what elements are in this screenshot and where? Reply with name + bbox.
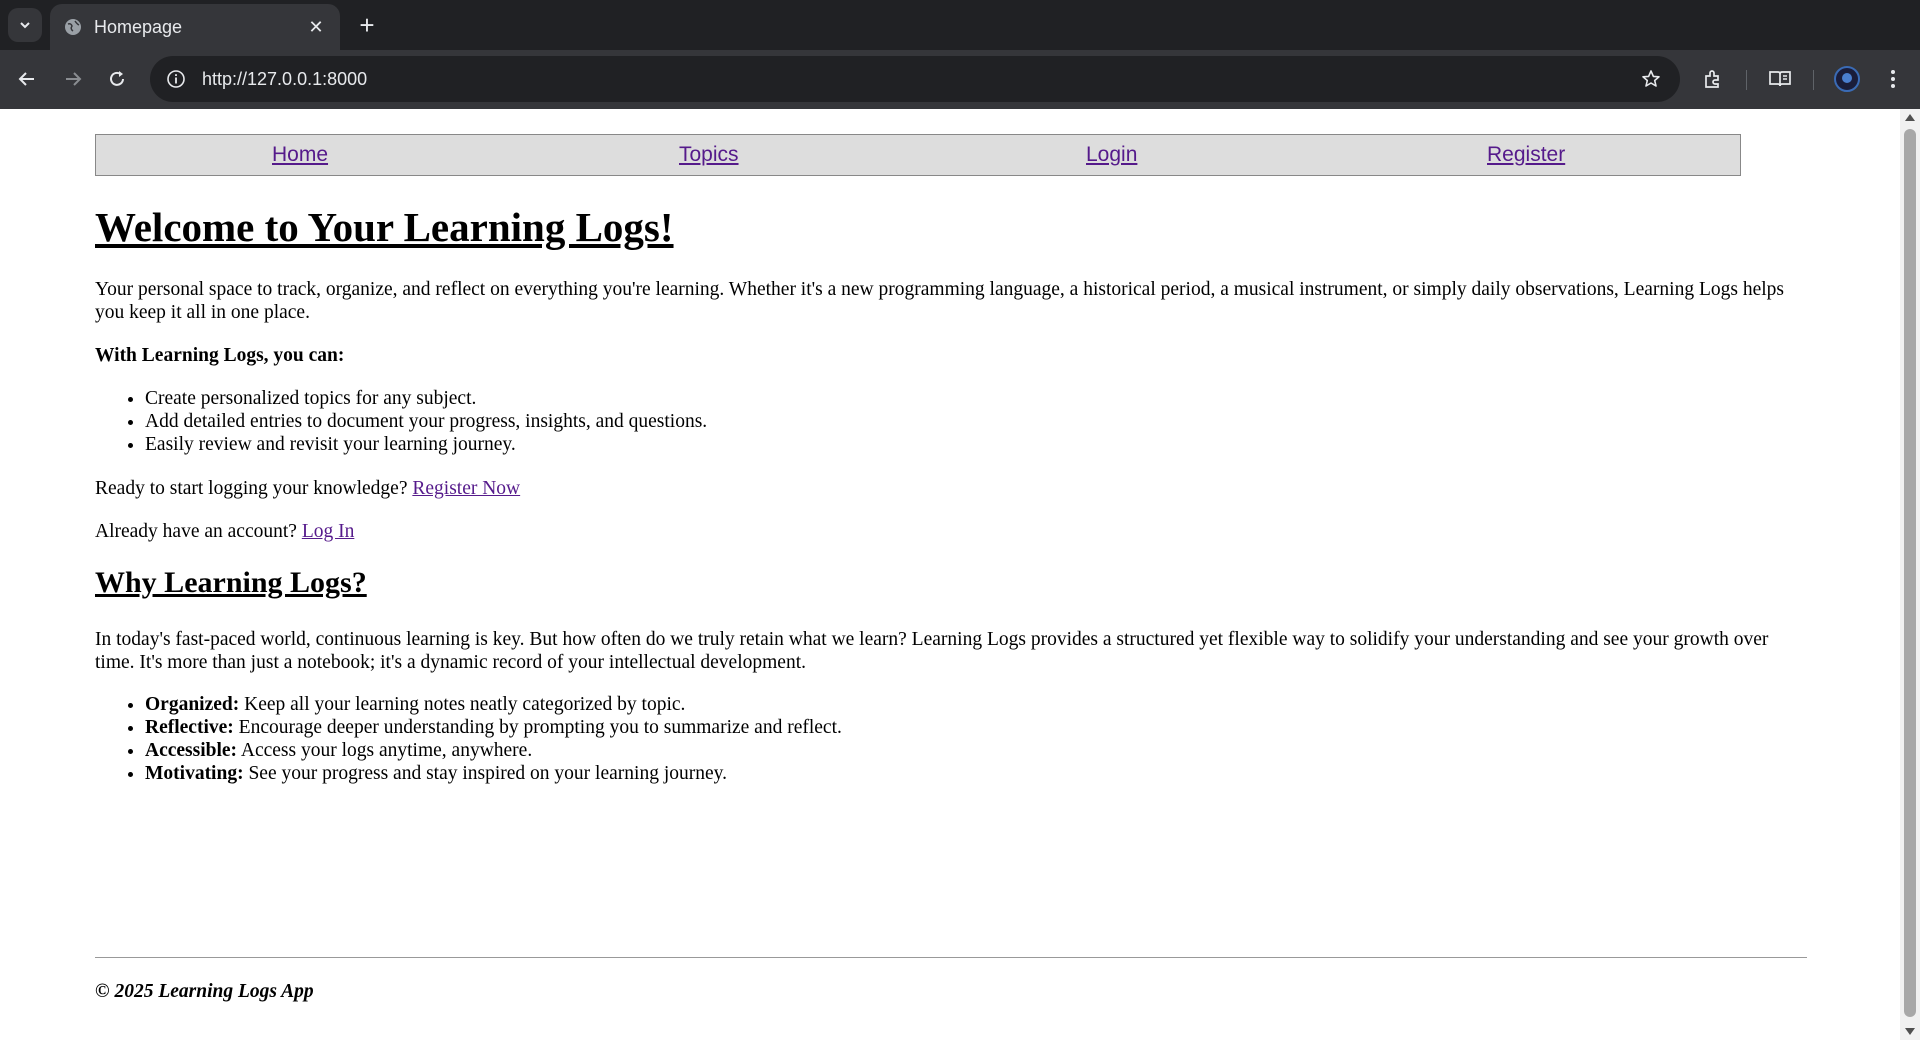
chevron-down-icon [20, 22, 30, 29]
globe-icon [65, 19, 81, 35]
page-scrollbar[interactable] [1900, 109, 1920, 1040]
benefit-term: Accessible: [145, 740, 238, 761]
list-item: Reflective: Encourage deeper understandi… [145, 716, 842, 739]
scrollbar-thumb[interactable] [1904, 129, 1916, 1017]
nav-home-link[interactable]: Home [272, 143, 328, 167]
why-heading: Why Learning Logs? [95, 566, 367, 599]
menu-kebab-icon[interactable] [1876, 62, 1910, 96]
register-prompt: Ready to start logging your knowledge? R… [95, 477, 1807, 500]
list-item: Easily review and revisit your learning … [145, 433, 707, 456]
reload-icon [110, 71, 124, 86]
scroll-up-icon[interactable] [1905, 114, 1915, 121]
benefit-text: Encourage deeper understanding by prompt… [238, 717, 842, 738]
list-item: Motivating: See your progress and stay i… [145, 762, 842, 785]
avatar [1834, 66, 1860, 92]
arrow-left-icon [18, 72, 34, 86]
nav-topics-link[interactable]: Topics [679, 143, 739, 167]
benefits-list: Organized: Keep all your learning notes … [145, 693, 842, 785]
site-navbar: Home Topics Login Register [95, 134, 1741, 176]
page-title: Welcome to Your Learning Logs! [95, 204, 674, 250]
scroll-down-icon[interactable] [1905, 1028, 1915, 1035]
why-paragraph: In today's fast-paced world, continuous … [95, 629, 1769, 673]
arrow-right-icon [66, 72, 82, 86]
features-list: Create personalized topics for any subje… [145, 387, 707, 456]
tab-title: Homepage [94, 16, 183, 37]
nav-register-link[interactable]: Register [1487, 143, 1565, 167]
toolbar-divider [1813, 70, 1814, 90]
list-item: Add detailed entries to document your pr… [145, 410, 707, 433]
footer-copyright: © 2025 Learning Logs App [95, 981, 314, 1002]
benefit-text: See your progress and stay inspired on y… [248, 763, 727, 784]
register-now-link[interactable]: Register Now [412, 478, 520, 499]
nav-login-link[interactable]: Login [1086, 143, 1137, 167]
list-item: Accessible: Access your logs anytime, an… [145, 739, 842, 762]
benefit-term: Reflective: [145, 717, 234, 738]
toolbar-divider [1746, 70, 1747, 90]
bookmark-star-icon[interactable] [1634, 62, 1668, 96]
benefit-term: Organized: [145, 694, 240, 715]
benefit-text: Keep all your learning notes neatly cate… [244, 694, 686, 715]
back-button[interactable] [10, 62, 44, 96]
reload-button[interactable] [100, 62, 134, 96]
login-link[interactable]: Log In [302, 521, 355, 542]
new-tab-button[interactable]: + [352, 10, 382, 40]
page-viewport: Home Topics Login Register Welcome to Yo… [0, 109, 1900, 1040]
tab-search-button[interactable] [8, 8, 42, 42]
register-prompt-text: Ready to start logging your knowledge? [95, 478, 408, 499]
login-prompt-text: Already have an account? [95, 521, 297, 542]
benefit-text: Access your logs anytime, anywhere. [240, 740, 533, 761]
tab-strip: Homepage ✕ + [0, 0, 1920, 50]
benefit-term: Motivating: [145, 763, 244, 784]
profile-avatar[interactable] [1830, 62, 1864, 96]
reading-mode-icon[interactable] [1763, 62, 1797, 96]
browser-toolbar: http://127.0.0.1:8000 [0, 50, 1920, 109]
list-item: Create personalized topics for any subje… [145, 387, 707, 410]
site-info-icon[interactable] [164, 67, 188, 91]
address-bar[interactable]: http://127.0.0.1:8000 [150, 56, 1680, 102]
login-prompt: Already have an account? Log In [95, 520, 1807, 543]
url-text: http://127.0.0.1:8000 [202, 68, 368, 89]
forward-button[interactable] [56, 62, 90, 96]
list-item: Organized: Keep all your learning notes … [145, 693, 842, 716]
footer-divider [95, 957, 1807, 958]
active-tab[interactable]: Homepage ✕ [50, 4, 340, 50]
intro-paragraph: Your personal space to track, organize, … [95, 279, 1784, 323]
extensions-icon[interactable] [1696, 62, 1730, 96]
close-tab-icon[interactable]: ✕ [304, 15, 328, 39]
features-heading: With Learning Logs, you can: [95, 345, 345, 366]
